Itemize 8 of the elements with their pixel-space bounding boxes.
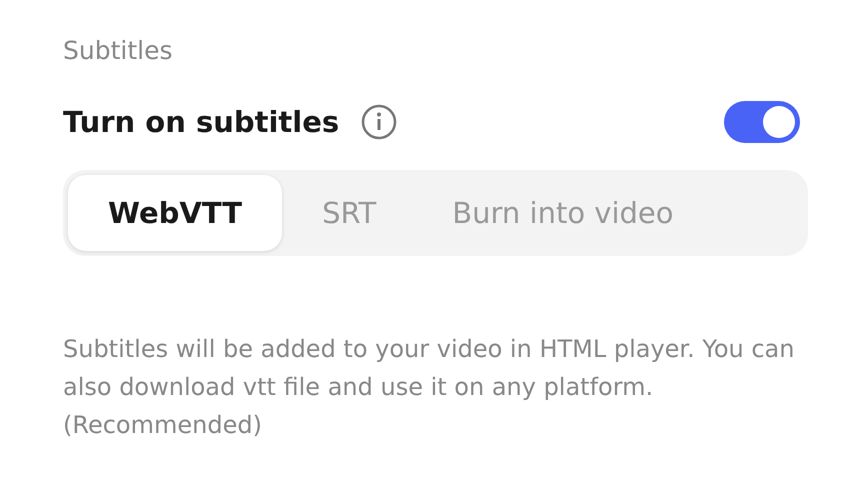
format-tab[interactable]: SRT	[286, 175, 412, 251]
setting-label: Turn on subtitles	[63, 105, 340, 139]
info-icon[interactable]	[361, 104, 398, 140]
description: Subtitles will be added to your video in HTML player. You can also download vtt file and use it on any platform. (Recommended)	[63, 334, 796, 441]
format-tab[interactable]: Burn into video	[416, 175, 710, 251]
toggle-switch[interactable]	[724, 101, 800, 143]
format-tab[interactable]: WebVTT	[68, 175, 282, 251]
section-title: Subtitles	[63, 36, 172, 65]
